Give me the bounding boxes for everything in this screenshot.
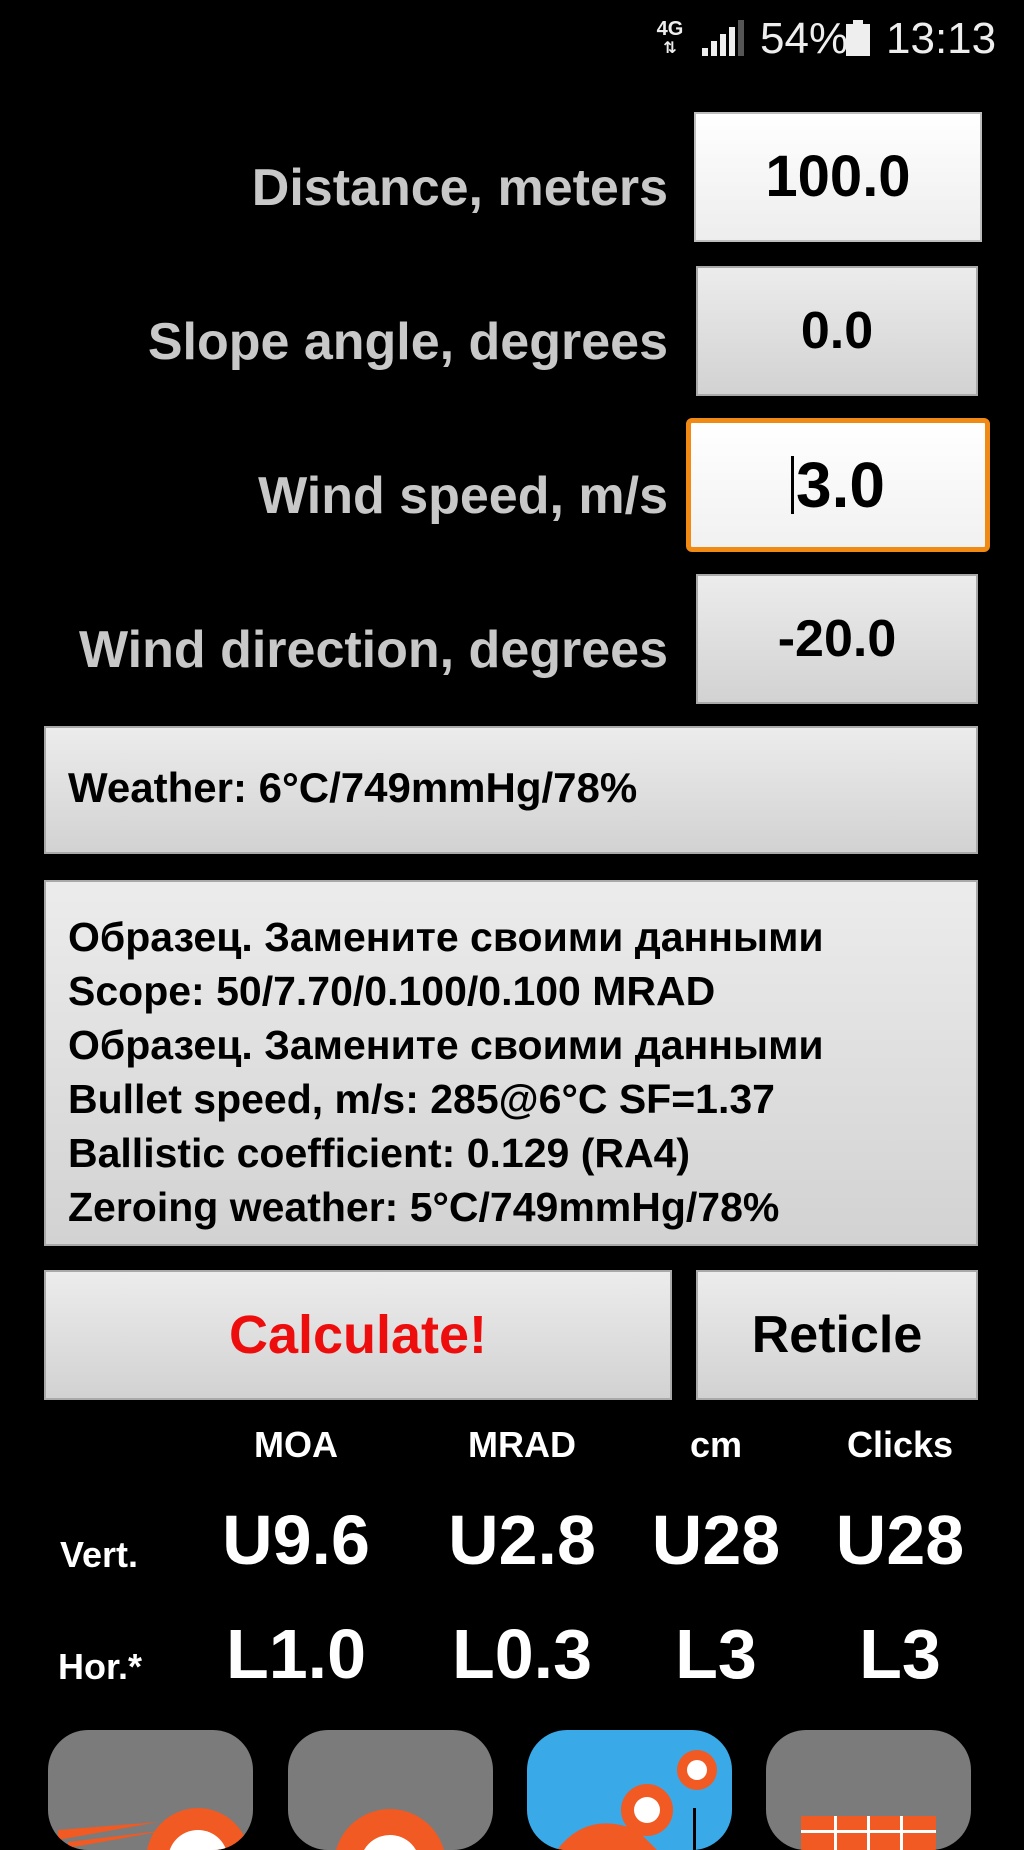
row-header-vertical: Vert. — [60, 1534, 139, 1575]
column-header-cm: cm — [689, 1424, 743, 1465]
profile-name-line: Образец. Замените своими данными — [68, 914, 824, 960]
column-header-mrad: MRAD — [468, 1424, 576, 1465]
distance-value: 100.0 — [765, 144, 911, 209]
slope-angle-value: 0.0 — [800, 302, 874, 360]
ballistic-coefficient-line: Ballistic coefficient: 0.129 (RA4) — [68, 1130, 691, 1176]
target-app-icon[interactable] — [288, 1730, 493, 1850]
column-header-clicks: Clicks — [846, 1424, 954, 1465]
horizontal-mrad-value: L0.3 — [451, 1615, 593, 1693]
zeroing-weather-line: Zeroing weather: 5°C/749mmHg/78% — [68, 1184, 780, 1230]
wind-speed-label: Wind speed, m/s — [258, 467, 668, 525]
ballistics-app-icon[interactable] — [48, 1730, 253, 1850]
distance-input[interactable]: 100.0 — [694, 112, 982, 242]
wind-speed-value: 3.0 — [796, 449, 885, 521]
wind-direction-label: Wind direction, degrees — [79, 621, 668, 679]
battery-icon — [846, 20, 870, 56]
text-caret — [791, 456, 795, 514]
distance-label: Distance, meters — [251, 159, 668, 217]
horizontal-clicks-value: L3 — [859, 1615, 941, 1693]
horizontal-cm-value: L3 — [675, 1615, 757, 1693]
column-header-moa: MOA — [254, 1424, 338, 1465]
scope-line: Scope: 50/7.70/0.100/0.100 MRAD — [68, 968, 716, 1014]
cartridge-name-line: Образец. Замените своими данными — [68, 1022, 824, 1068]
reticle-button[interactable]: Reticle — [696, 1270, 978, 1400]
signal-icon — [702, 20, 744, 56]
wind-direction-button[interactable]: -20.0 — [696, 574, 978, 704]
status-bar: 4G ⇅ 54% 13:13 — [0, 0, 1024, 80]
network-indicator: 4G ⇅ — [656, 18, 684, 57]
wind-speed-input[interactable]: 3.0 — [686, 418, 990, 552]
rifle-profile-button[interactable]: Образец. Замените своими данными Scope: … — [44, 880, 978, 1246]
vertical-cm-value: U28 — [651, 1501, 781, 1579]
clock: 13:13 — [886, 14, 997, 63]
horizontal-moa-value: L1.0 — [225, 1615, 367, 1693]
vertical-mrad-value: U2.8 — [448, 1501, 596, 1579]
bullet-speed-line: Bullet speed, m/s: 285@6°C SF=1.37 — [68, 1076, 775, 1122]
weather-text: Weather: 6°C/749mmHg/78% — [68, 764, 638, 811]
battery-percent: 54% — [760, 14, 849, 63]
table-app-icon[interactable] — [766, 1730, 971, 1850]
vertical-clicks-value: U28 — [835, 1501, 965, 1579]
calculate-button[interactable]: Calculate! — [44, 1270, 672, 1400]
slope-angle-label: Slope angle, degrees — [147, 313, 668, 371]
slope-angle-button[interactable]: 0.0 — [696, 266, 978, 396]
weather-button[interactable]: Weather: 6°C/749mmHg/78% — [44, 726, 978, 854]
wind-direction-value: -20.0 — [777, 610, 897, 668]
map-app-icon[interactable] — [527, 1730, 732, 1850]
row-header-horizontal: Hor.* — [58, 1646, 143, 1687]
vertical-moa-value: U9.6 — [222, 1501, 370, 1579]
